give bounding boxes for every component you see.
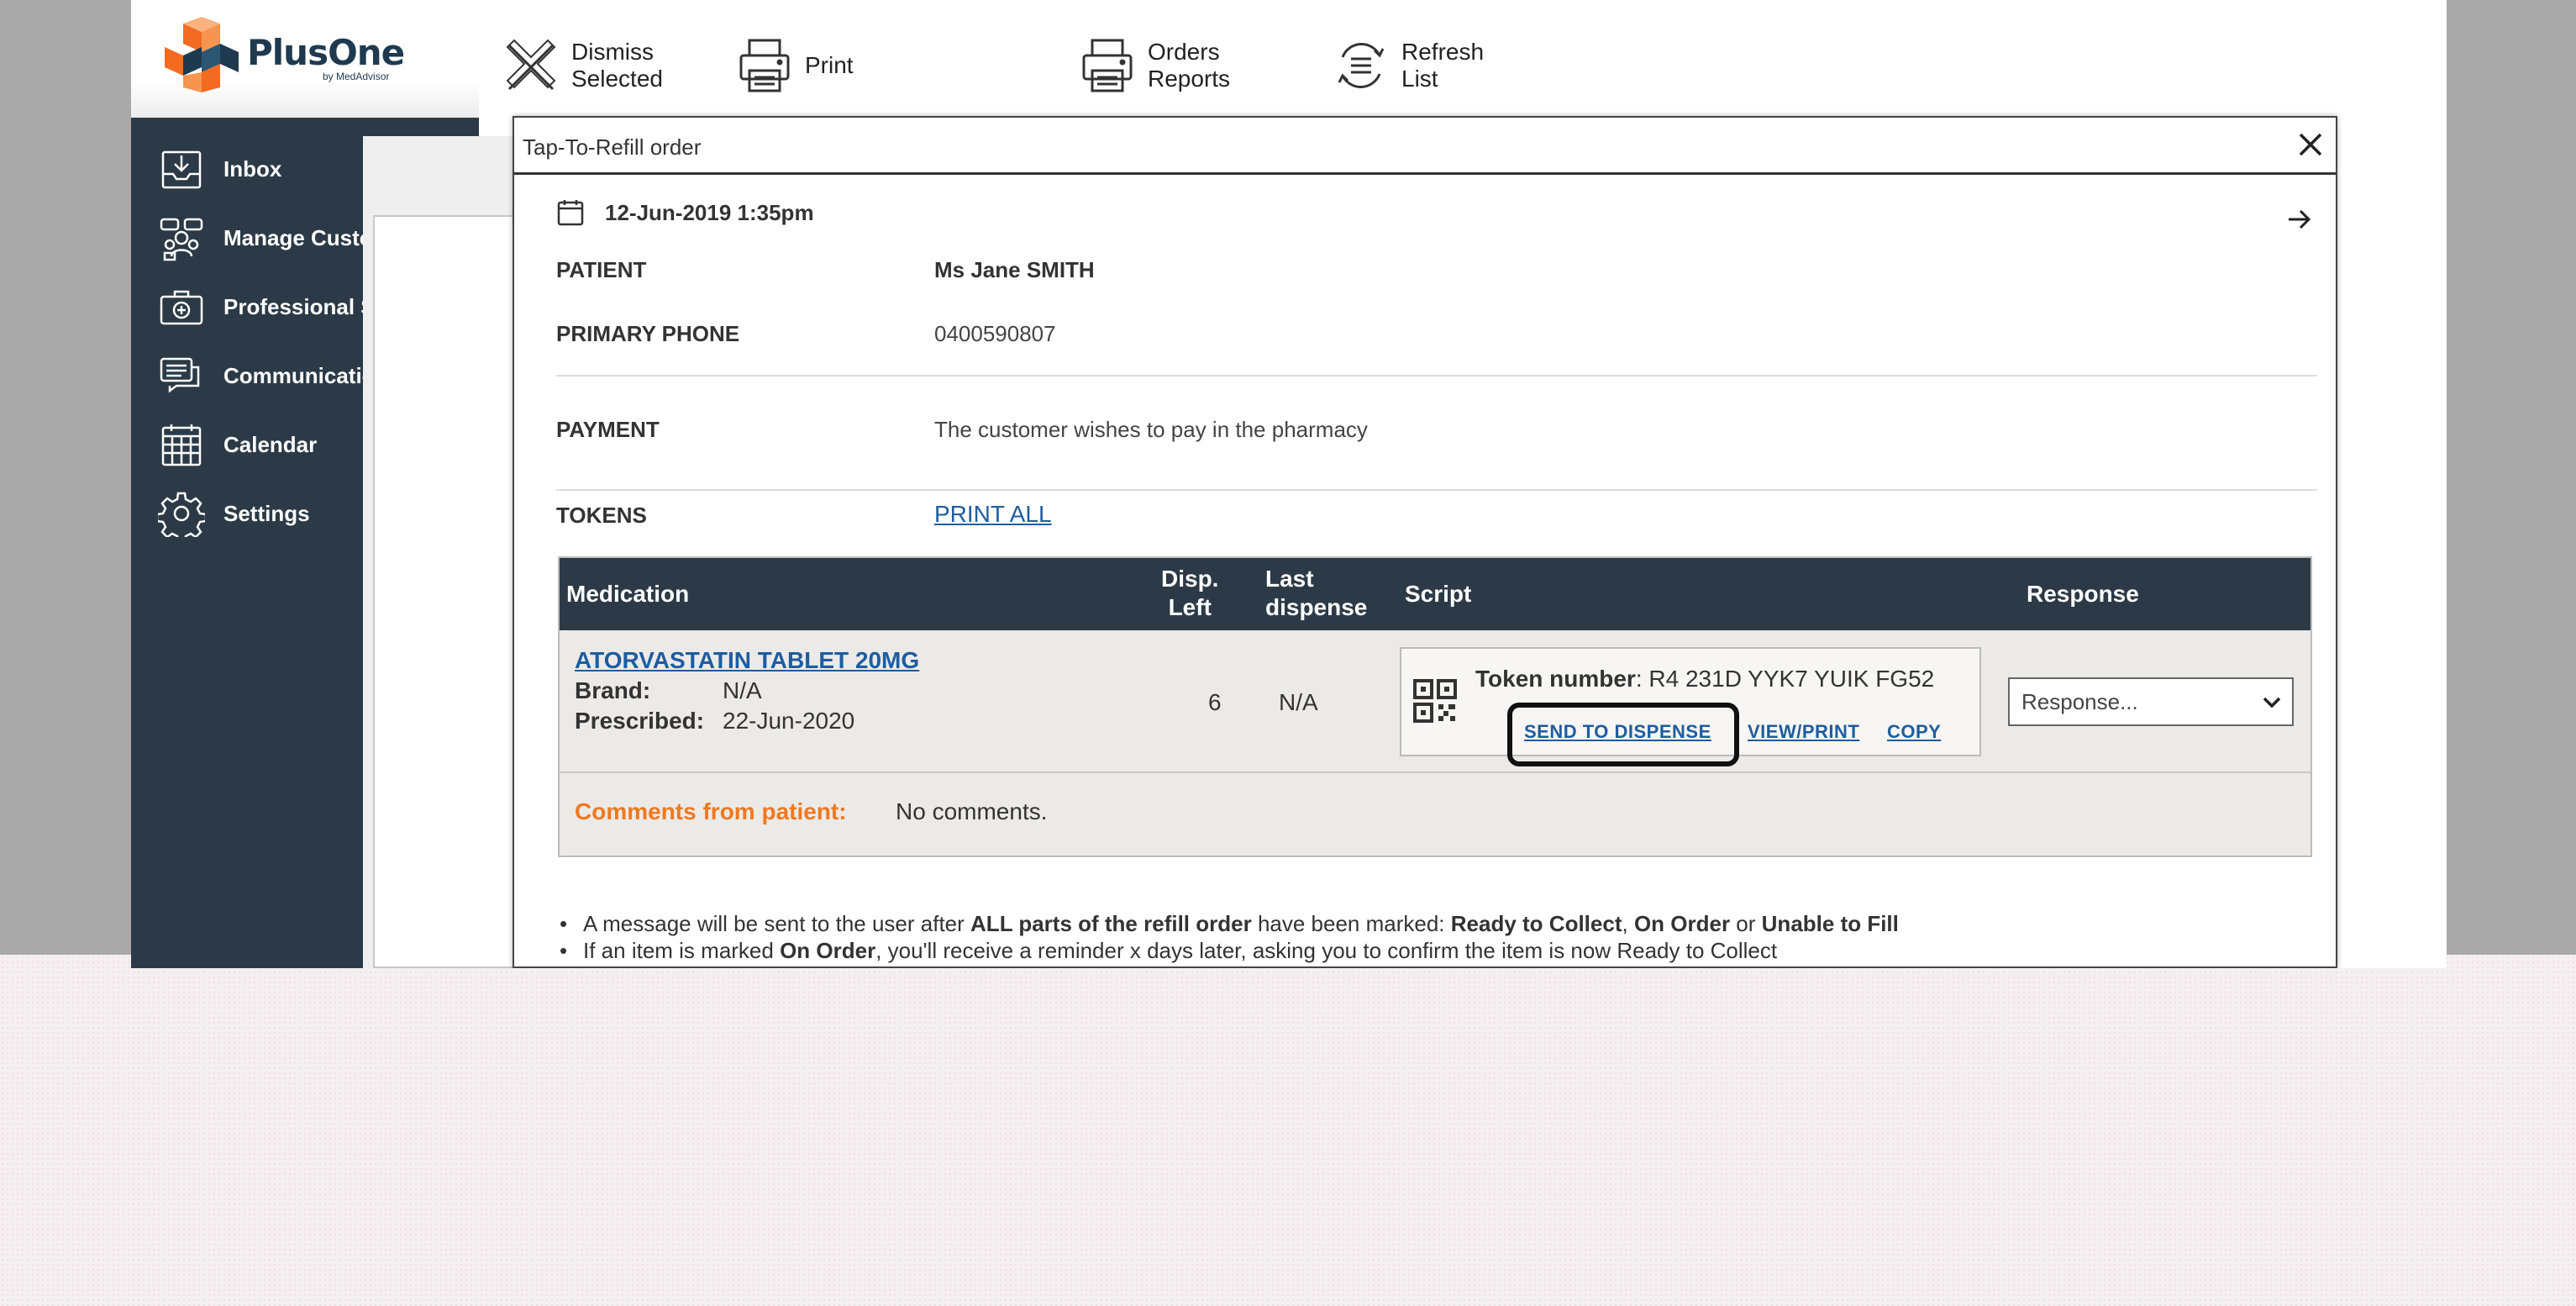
- printer-icon: [1079, 32, 1136, 99]
- info-notes: A message will be sent to the user after…: [560, 911, 1899, 965]
- note-emphasis: Unable to Fill: [1761, 911, 1899, 936]
- close-icon[interactable]: [2292, 126, 2329, 163]
- inbox-icon: [158, 145, 205, 192]
- refresh-list-label: Refresh List: [1401, 39, 1485, 92]
- chevron-down-icon: [2263, 697, 2281, 708]
- sidebar-item-label: Inbox: [223, 155, 282, 182]
- note-text: If an item is marked: [583, 938, 781, 963]
- gear-icon: [155, 490, 208, 544]
- patient-label: PATIENT: [556, 257, 647, 282]
- medication-table: Medication Disp. Left Last dispense Scri…: [558, 556, 2312, 857]
- brand-value: N/A: [723, 677, 762, 703]
- column-header-response: Response: [2027, 581, 2139, 607]
- prescribed-label: Prescribed:: [575, 708, 705, 734]
- note-text: A message will be sent to the user after: [583, 911, 971, 936]
- orders-reports-label: Orders Reports: [1148, 39, 1231, 92]
- table-row: ATORVASTATIN TABLET 20MG Brand: N/A Pres…: [560, 630, 2311, 773]
- prescribed-row: Prescribed: 22-Jun-2020: [575, 708, 854, 735]
- logo-cubes-icon: [165, 17, 239, 92]
- note-text: have been marked:: [1251, 911, 1451, 936]
- note-item: A message will be sent to the user after…: [560, 911, 1899, 938]
- logo-area: PlusOne by MedAdvisor: [131, 0, 479, 118]
- response-select-value: Response...: [2021, 688, 2138, 714]
- script-token-box: Token number: R4 231D YYK7 YUIK FG52 SEN…: [1400, 647, 1981, 766]
- comments-label: Comments from patient:: [575, 798, 847, 824]
- payment-value: The customer wishes to pay in the pharma…: [934, 417, 1368, 442]
- disp-left-value: 6: [1208, 689, 1222, 715]
- copy-link[interactable]: COPY: [1887, 721, 1941, 743]
- brand-row: Brand: N/A: [575, 677, 762, 704]
- view-print-link[interactable]: VIEW/PRINT: [1748, 721, 1859, 743]
- note-item: If an item is marked On Order, you'll re…: [560, 938, 1899, 965]
- token-number-label: Token number: [1475, 666, 1636, 692]
- note-emphasis: Ready to Collect: [1450, 911, 1622, 936]
- app-window: PlusOne by MedAdvisor Inbox Manage Custo…: [131, 0, 2447, 968]
- prescribed-value: 22-Jun-2020: [723, 708, 855, 734]
- modal-title: Tap-To-Refill order: [523, 134, 702, 160]
- medication-name-link[interactable]: ATORVASTATIN TABLET 20MG: [575, 647, 919, 674]
- dismiss-x-icon: [502, 32, 560, 99]
- orders-reports-button[interactable]: Orders Reports: [1079, 32, 1230, 99]
- divider: [556, 375, 2317, 377]
- dismiss-selected-button[interactable]: Dismiss Selected: [502, 32, 663, 99]
- printer-icon: [736, 32, 793, 99]
- patient-name: Ms Jane SMITH: [934, 257, 1095, 282]
- column-header-medication: Medication: [566, 581, 690, 607]
- refill-order-modal: Tap-To-Refill order 12-Jun-2019 1:35pm P…: [513, 116, 2337, 968]
- sidebar-item-label: Settings: [223, 500, 310, 526]
- order-date: 12-Jun-2019 1:35pm: [605, 199, 814, 225]
- comments-value: No comments.: [896, 798, 1048, 824]
- dismiss-selected-label: Dismiss Selected: [571, 39, 663, 92]
- modal-header: Tap-To-Refill order: [514, 118, 2336, 175]
- logo-subtitle: by MedAdvisor: [323, 71, 390, 82]
- payment-label: PAYMENT: [556, 417, 660, 442]
- arrow-right-icon[interactable]: [2285, 205, 2314, 234]
- calendar-icon: [158, 421, 205, 468]
- token-number-value: : R4 231D YYK7 YUIK FG52: [1635, 666, 1935, 692]
- refresh-list-button[interactable]: Refresh List: [1333, 32, 1484, 99]
- note-text: , you'll receive a reminder x days later…: [875, 938, 1778, 963]
- qr-code-icon: [1413, 679, 1457, 723]
- sidebar-item-label: Calendar: [223, 431, 318, 457]
- calendar-icon: [557, 200, 584, 226]
- note-emphasis: ALL parts of the refill order: [970, 911, 1252, 936]
- brand-label: Brand:: [575, 677, 651, 703]
- column-header-disp-left: Disp. Left: [1161, 566, 1219, 620]
- toolbar: Dismiss Selected Print Orders Reports Re…: [479, 0, 2447, 118]
- messages-icon: [158, 352, 205, 399]
- tokens-label: TOKENS: [556, 503, 647, 528]
- desktop-background: [0, 955, 2576, 1306]
- column-header-script: Script: [1405, 581, 1472, 607]
- token-number: Token number: R4 231D YYK7 YUIK FG52: [1475, 666, 1934, 692]
- customers-icon: [158, 214, 205, 261]
- highlight-outline: [1507, 703, 1739, 766]
- divider: [556, 489, 2317, 491]
- last-dispense-value: N/A: [1279, 689, 1318, 715]
- response-select[interactable]: Response...: [2008, 677, 2294, 726]
- patient-comments: Comments from patient: No comments.: [575, 798, 1048, 825]
- note-text: or: [1730, 911, 1762, 936]
- refresh-list-icon: [1333, 32, 1390, 99]
- primary-phone-label: PRIMARY PHONE: [556, 321, 740, 346]
- primary-phone-value: 0400590807: [934, 321, 1056, 346]
- logo-text: PlusOne: [247, 32, 405, 73]
- note-text: ,: [1622, 911, 1634, 936]
- note-emphasis: On Order: [780, 938, 876, 963]
- medical-kit-icon: [158, 283, 205, 330]
- table-header: Medication Disp. Left Last dispense Scri…: [560, 558, 2311, 630]
- column-header-last-dispense: Last dispense: [1265, 566, 1368, 620]
- print-all-link[interactable]: PRINT ALL: [934, 501, 1052, 528]
- print-label: Print: [805, 52, 854, 78]
- print-button[interactable]: Print: [736, 32, 854, 99]
- order-date-row: 12-Jun-2019 1:35pm: [556, 198, 814, 227]
- note-emphasis: On Order: [1633, 911, 1731, 936]
